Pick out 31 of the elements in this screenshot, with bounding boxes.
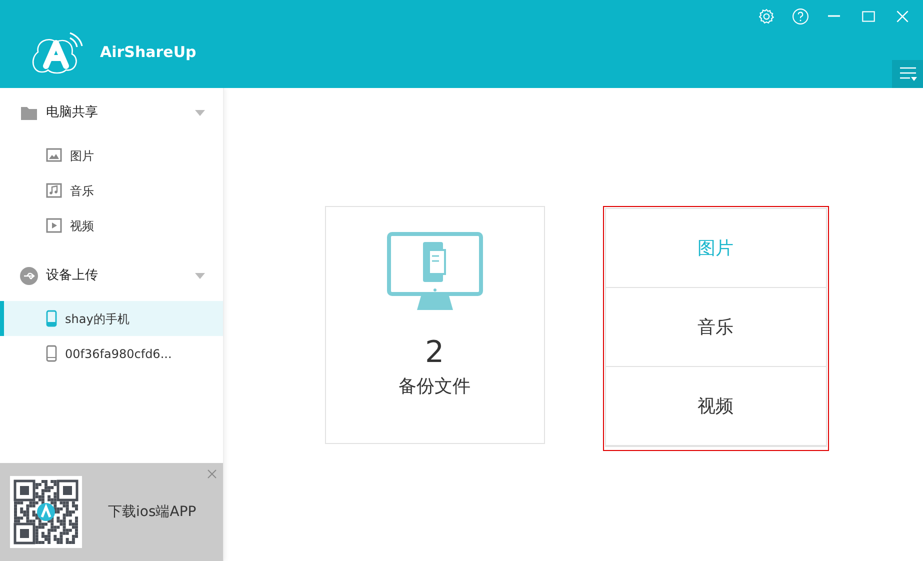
sidebar-item[interactable]: 音乐 bbox=[0, 173, 223, 208]
image-icon bbox=[46, 148, 62, 164]
qr-code-drawing bbox=[10, 476, 82, 548]
backup-label: 备份文件 bbox=[398, 375, 470, 399]
music-icon bbox=[46, 182, 62, 198]
sidebar-item[interactable]: 图片 bbox=[0, 138, 223, 173]
help-icon bbox=[792, 8, 808, 24]
sidebar-group[interactable]: 电脑共享 bbox=[0, 88, 223, 138]
caret-icon bbox=[195, 273, 205, 279]
sidebar-item[interactable]: shay的手机 bbox=[0, 301, 223, 336]
sidebar-item[interactable]: 00f36fa980cfd6... bbox=[0, 336, 223, 371]
app-title: AirShareUp bbox=[100, 42, 196, 63]
minimize-icon bbox=[828, 15, 840, 17]
usb-icon bbox=[20, 267, 38, 285]
phone-icon bbox=[46, 345, 57, 362]
promo-text: 下载ios端APP bbox=[108, 502, 196, 522]
phone-icon bbox=[46, 310, 57, 327]
menu-icon bbox=[898, 67, 916, 81]
sidebar-group[interactable]: 设备上传 bbox=[0, 251, 223, 301]
backup-count: 2 bbox=[424, 336, 444, 369]
monitor-phone-icon bbox=[386, 232, 482, 310]
app-logo bbox=[30, 30, 84, 74]
video-icon bbox=[46, 218, 62, 234]
settings-icon bbox=[758, 8, 774, 24]
sidebar-item[interactable]: 视频 bbox=[0, 208, 223, 243]
caret-icon bbox=[195, 110, 205, 116]
backup-card[interactable]: 2 备份文件 bbox=[324, 206, 544, 444]
close-button[interactable] bbox=[207, 469, 217, 479]
folder-icon bbox=[20, 104, 38, 122]
menu-button[interactable] bbox=[892, 60, 923, 88]
close-icon bbox=[207, 469, 217, 479]
